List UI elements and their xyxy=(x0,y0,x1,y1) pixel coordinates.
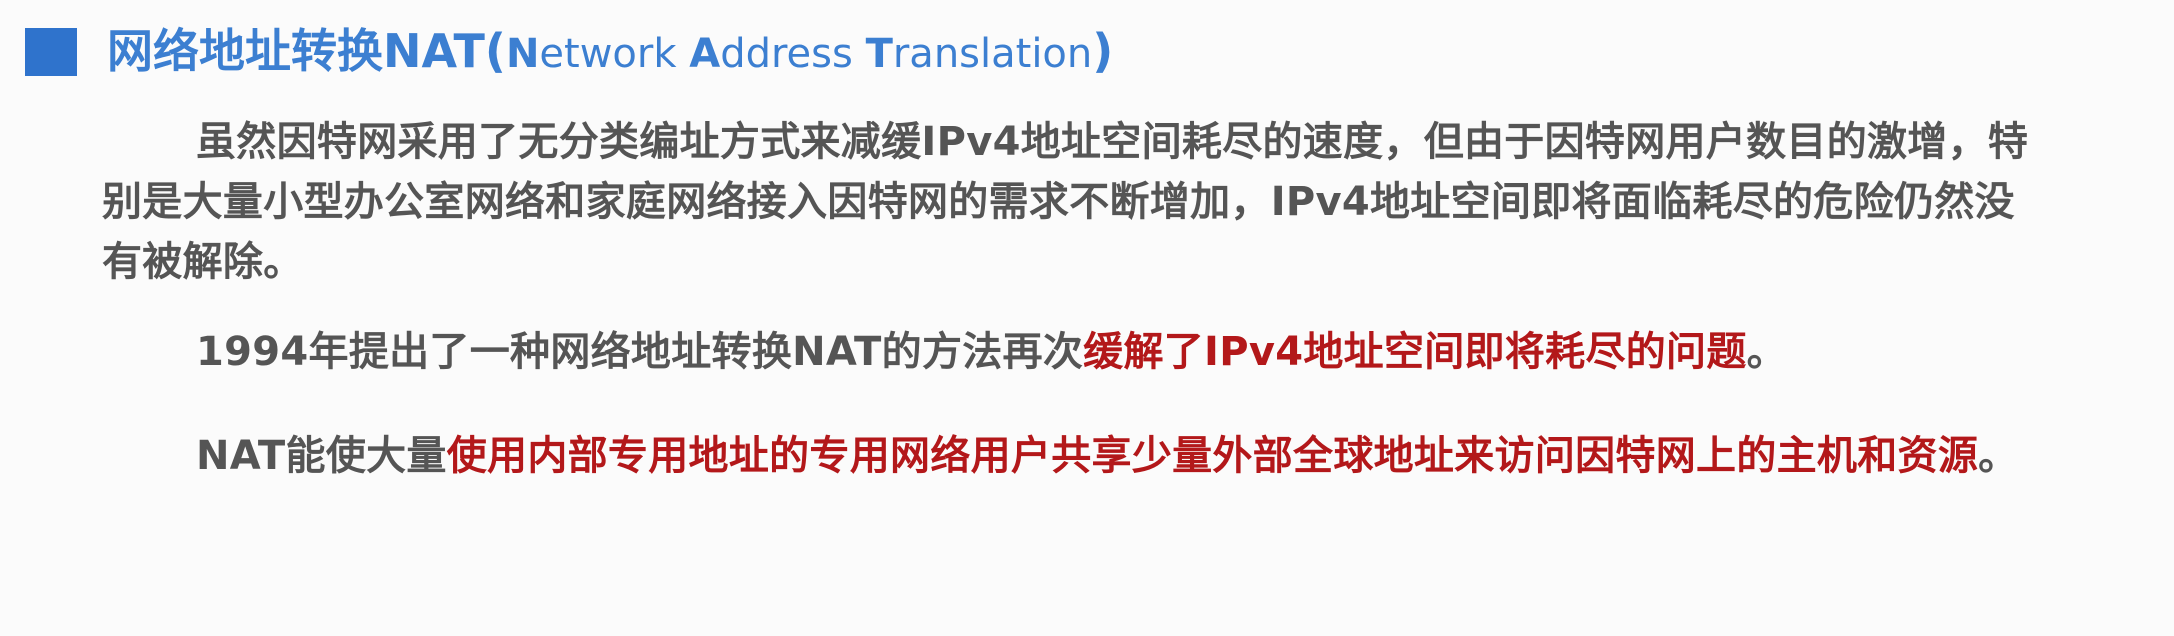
title-open-paren: ( xyxy=(484,23,506,78)
paragraph-3-text: NAT能使大量 xyxy=(196,433,447,479)
title-en-ddress: ddress xyxy=(720,30,866,77)
paragraph-2-highlight: 缓解了IPv4地址空间即将耗尽的问题 xyxy=(1083,329,1747,375)
paragraph-3-end: 。 xyxy=(1978,433,2019,479)
paragraph-2-end: 。 xyxy=(1746,329,1787,375)
title-close-paren: ) xyxy=(1092,23,1114,78)
title-en-a: A xyxy=(689,30,721,77)
slide: 网络地址转换NAT(Network Address Translation) 虽… xyxy=(0,0,2174,636)
paragraph-2-text: 1994年提出了一种网络地址转换NAT的方法再次 xyxy=(196,329,1084,375)
paragraph-3-highlight: 使用内部专用地址的专用网络用户共享少量外部全球地址来访问因特网上的主机和资源 xyxy=(446,433,1979,479)
title-main: 网络地址转换NAT xyxy=(107,23,485,78)
title-bullet-square-icon xyxy=(25,28,77,76)
slide-title-row: 网络地址转换NAT(Network Address Translation) xyxy=(25,22,1113,82)
title-en-etwork: etwork xyxy=(539,30,690,77)
slide-title: 网络地址转换NAT(Network Address Translation) xyxy=(107,21,1113,84)
paragraph-1: 虽然因特网采用了无分类编址方式来减缓IPv4地址空间耗尽的速度，但由于因特网用户… xyxy=(102,119,2029,285)
paragraph-3: NAT能使大量使用内部专用地址的专用网络用户共享少量外部全球地址来访问因特网上的… xyxy=(102,426,2052,486)
title-en-t: T xyxy=(865,30,893,77)
title-en-n: N xyxy=(505,30,540,77)
title-english: Network Address Translation xyxy=(506,31,1092,77)
paragraph-2: 1994年提出了一种网络地址转换NAT的方法再次缓解了IPv4地址空间即将耗尽的… xyxy=(102,322,2052,382)
title-en-ranslation: ranslation xyxy=(892,30,1093,77)
